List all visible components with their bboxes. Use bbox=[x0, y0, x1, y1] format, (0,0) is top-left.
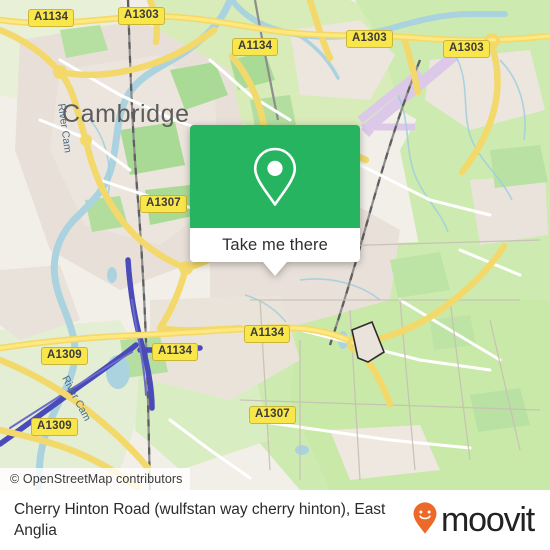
road-shield-a1134: A1134 bbox=[152, 343, 199, 362]
map-attribution: © OpenStreetMap contributors bbox=[0, 468, 190, 490]
road-shield-a1134: A1134 bbox=[244, 325, 291, 344]
road-shield-a1307: A1307 bbox=[249, 406, 296, 425]
road-shield-a1307: A1307 bbox=[140, 195, 187, 214]
road-shield-a1303: A1303 bbox=[118, 7, 165, 26]
road-shield-a1309: A1309 bbox=[31, 418, 78, 437]
map-canvas[interactable]: Cambridge River Cam River Cam A1134 A1303… bbox=[0, 0, 550, 490]
callout-icon-area bbox=[190, 125, 360, 228]
moovit-smiley-pin-icon bbox=[412, 501, 438, 540]
map-label-cambridge: Cambridge bbox=[62, 100, 190, 128]
take-me-there-label: Take me there bbox=[222, 235, 328, 254]
road-shield-a1303: A1303 bbox=[443, 40, 490, 59]
attribution-text: © OpenStreetMap contributors bbox=[10, 472, 183, 486]
road-shield-a1303: A1303 bbox=[346, 30, 393, 49]
moovit-wordmark: moovit bbox=[441, 501, 535, 539]
footer-bar: Cherry Hinton Road (wulfstan way cherry … bbox=[0, 490, 550, 550]
callout-tail bbox=[263, 262, 287, 276]
moovit-logo[interactable]: moovit bbox=[412, 501, 535, 540]
road-shield-a1134: A1134 bbox=[232, 38, 279, 57]
road-shield-a1309: A1309 bbox=[41, 347, 88, 366]
take-me-there-button[interactable]: Take me there bbox=[190, 228, 360, 262]
moovit-map-screenshot: Cambridge River Cam River Cam A1134 A1303… bbox=[0, 0, 550, 550]
road-shield-a1134: A1134 bbox=[28, 9, 75, 28]
map-pin-icon bbox=[248, 145, 302, 209]
location-title: Cherry Hinton Road (wulfstan way cherry … bbox=[14, 500, 386, 539]
location-callout-card[interactable]: Take me there bbox=[190, 125, 360, 276]
